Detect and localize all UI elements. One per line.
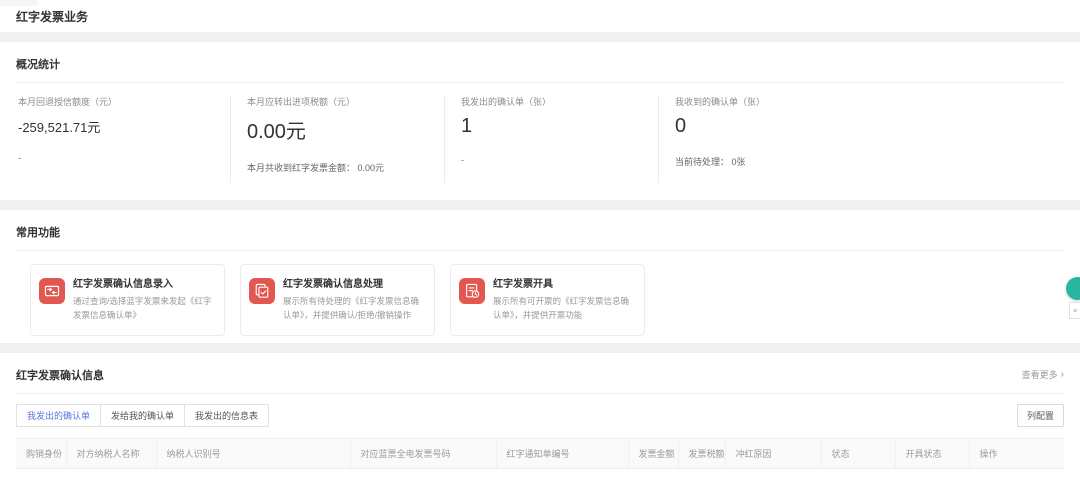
confirmation-divider xyxy=(16,393,1064,394)
floating-widget[interactable]: ≡ xyxy=(1069,302,1080,319)
card-desc: 通过查询/选择蓝字发票来发起《红字发票信息确认单》 xyxy=(73,296,212,321)
stat-received-confirmations: 我收到的确认单（张） 0 当前待处理： 0张 xyxy=(658,95,872,183)
col-status: 状态 xyxy=(821,438,896,469)
stat-value: -259,521.71元 xyxy=(18,120,101,135)
stat-value: 1 xyxy=(461,115,473,137)
tab-received-confirmations[interactable]: 发给我的确认单 xyxy=(100,404,186,427)
card-red-invoice-process[interactable]: 红字发票确认信息处理 展示所有待处理的《红字发票信息确认单》，并提供确认/拒绝/… xyxy=(240,264,435,336)
stat-sent-confirmations: 我发出的确认单（张） 1 - xyxy=(444,95,658,183)
col-red-reason: 冲红原因 xyxy=(725,438,822,469)
stat-label: 我收到的确认单（张） xyxy=(675,97,766,107)
overview-divider xyxy=(16,82,1064,83)
col-invoice-tax: 发票税额 xyxy=(678,438,726,469)
stats-row: 本月回退授信额度（元） -259,521.71元 - 本月应转出进项税额（元） … xyxy=(16,95,1064,183)
card-title: 红字发票确认信息录入 xyxy=(73,279,173,290)
column-config-button[interactable]: 列配置 xyxy=(1016,404,1064,427)
stat-sub: - xyxy=(461,155,464,165)
col-red-notice-number: 红字通知单编号 xyxy=(496,438,629,469)
stat-value: 0.00元 xyxy=(247,121,306,143)
stat-sub: 本月共收到红字发票金额： 0.00元 xyxy=(247,163,385,173)
col-actions: 操作 xyxy=(969,438,1064,469)
confirmation-panel: 红字发票确认信息 查看更多 › 我发出的确认单 发给我的确认单 我发出的信息表 … xyxy=(0,353,1080,485)
col-buyer-seller-identity: 购销身份 xyxy=(16,438,67,469)
stat-sub: 当前待处理： 0张 xyxy=(675,157,746,167)
top-left-notch xyxy=(0,0,38,6)
tab-sent-confirmations[interactable]: 我发出的确认单 xyxy=(16,404,102,427)
functions-title: 常用功能 xyxy=(16,227,60,239)
chevron-right-icon: › xyxy=(1060,368,1064,380)
page-header: 红字发票业务 xyxy=(0,0,1080,32)
stat-label: 本月回退授信额度（元） xyxy=(18,97,118,107)
issue-icon xyxy=(459,278,485,304)
col-invoice-amount: 发票金额 xyxy=(628,438,679,469)
tab-sent-info-forms[interactable]: 我发出的信息表 xyxy=(184,404,270,427)
table-header-row: 购销身份 对方纳税人名称 纳税人识别号 对应蓝票全电发票号码 红字通知单编号 发… xyxy=(16,438,1064,469)
function-cards: 红字发票确认信息录入 通过查询/选择蓝字发票来发起《红字发票信息确认单》 红字发… xyxy=(16,251,1064,336)
page-title: 红字发票业务 xyxy=(16,9,89,24)
col-blue-invoice-number: 对应蓝票全电发票号码 xyxy=(350,438,497,469)
stat-value: 0 xyxy=(675,115,687,137)
overview-panel: 概况统计 本月回退授信额度（元） -259,521.71元 - 本月应转出进项税… xyxy=(0,42,1080,200)
confirmation-tabs: 我发出的确认单 发给我的确认单 我发出的信息表 xyxy=(16,404,270,427)
process-icon xyxy=(249,278,275,304)
card-desc: 展示所有待处理的《红字发票信息确认单》，并提供确认/拒绝/撤销操作 xyxy=(283,296,420,321)
stat-label: 我发出的确认单（张） xyxy=(461,97,552,107)
card-title: 红字发票确认信息处理 xyxy=(283,279,383,290)
view-more-link[interactable]: 查看更多 › xyxy=(1022,368,1064,381)
stat-refund-credit: 本月回退授信额度（元） -259,521.71元 - xyxy=(16,95,230,183)
entry-icon xyxy=(39,278,65,304)
card-title: 红字发票开具 xyxy=(493,279,553,290)
overview-title: 概况统计 xyxy=(16,59,60,71)
col-counterparty-name: 对方纳税人名称 xyxy=(66,438,157,469)
col-taxpayer-id: 纳税人识别号 xyxy=(156,438,351,469)
confirmation-title: 红字发票确认信息 xyxy=(16,370,104,382)
table-empty-row xyxy=(16,468,1064,484)
stat-transfer-out-tax: 本月应转出进项税额（元） 0.00元 本月共收到红字发票金额： 0.00元 xyxy=(230,95,444,183)
functions-panel: 常用功能 红字发票确认信息录入 通过查询/选择蓝字发票来发起《红字发票信息确认单… xyxy=(0,210,1080,343)
confirmation-table: 购销身份 对方纳税人名称 纳税人识别号 对应蓝票全电发票号码 红字通知单编号 发… xyxy=(16,438,1064,484)
page-root: 红字发票业务 概况统计 本月回退授信额度（元） -259,521.71元 - 本… xyxy=(0,0,1080,485)
col-issue-status: 开具状态 xyxy=(895,438,970,469)
stat-label: 本月应转出进项税额（元） xyxy=(247,97,356,107)
card-red-invoice-entry[interactable]: 红字发票确认信息录入 通过查询/选择蓝字发票来发起《红字发票信息确认单》 xyxy=(30,264,225,336)
card-desc: 展示所有可开票的《红字发票信息确认单》，并提供开票功能 xyxy=(493,296,630,321)
stat-sub: - xyxy=(18,153,21,163)
card-red-invoice-issue[interactable]: 红字发票开具 展示所有可开票的《红字发票信息确认单》，并提供开票功能 xyxy=(450,264,645,336)
